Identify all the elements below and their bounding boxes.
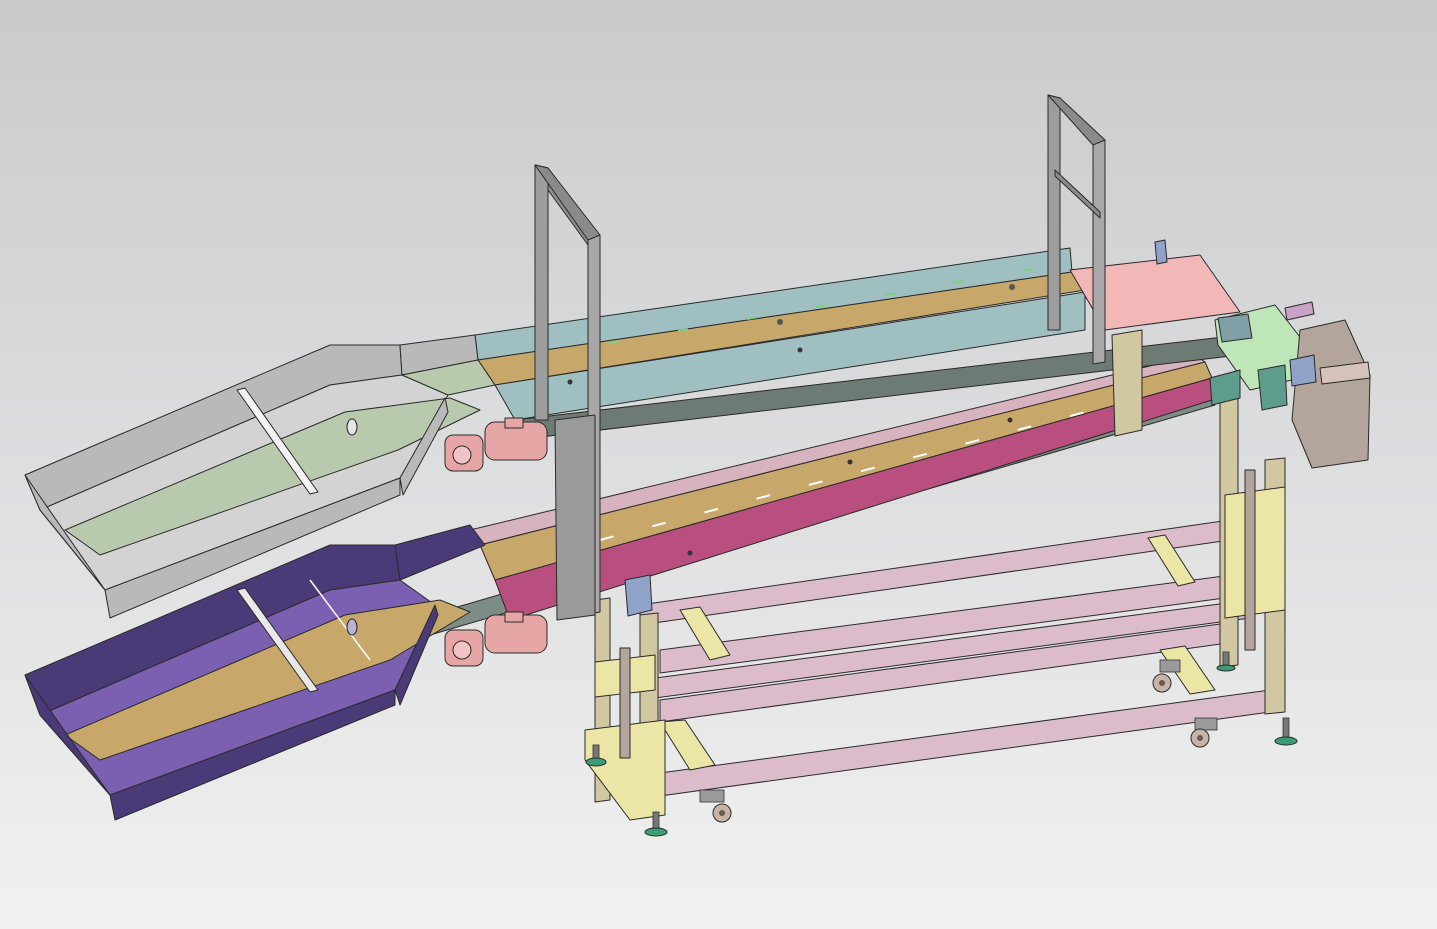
lower-conveyor-bolt: [847, 459, 853, 465]
gantry-right-plate: [1111, 329, 1143, 437]
upper-conveyor-bolt: [567, 379, 573, 385]
lower-hopper-port: [346, 618, 358, 636]
upper-conveyor-bolt: [1009, 284, 1015, 290]
frame-upright-top: [1154, 239, 1168, 265]
discharge-bracket-right: [1257, 364, 1288, 411]
gantry-right-post-front: [1092, 137, 1106, 365]
upper-conveyor-bolt: [797, 347, 803, 353]
upper-hopper-port: [346, 418, 358, 436]
head-bracket-blue: [1289, 354, 1317, 387]
gantry-left-post: [534, 164, 549, 421]
conveyor-assembly-drawing: [0, 0, 1437, 929]
gantry-left-plate: [554, 414, 596, 621]
lower-conveyor-bolt: [1007, 417, 1013, 423]
upper-conveyor-bolt: [777, 319, 783, 325]
frame-corner-bracket: [624, 574, 653, 617]
lower-conveyor-bolt: [687, 550, 693, 556]
gantry-right-post: [1047, 94, 1061, 331]
frame-cylinder-left: [619, 647, 631, 759]
frame-cylinder-right: [1244, 469, 1256, 651]
head-bracket-teal: [1217, 313, 1253, 343]
cad-viewport[interactable]: [0, 0, 1437, 929]
